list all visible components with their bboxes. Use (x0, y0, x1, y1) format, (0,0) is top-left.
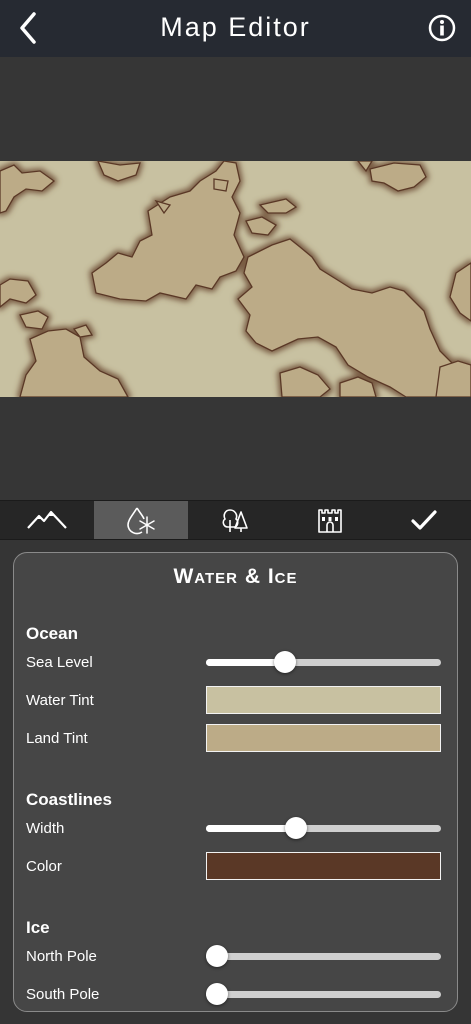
land-tint-swatch[interactable] (206, 724, 441, 752)
done-button[interactable] (377, 501, 471, 539)
map-preview-area[interactable] (0, 57, 471, 500)
trees-icon (222, 509, 249, 532)
water-ice-panel: Water & Ice Ocean Sea Level Water Tint L… (13, 552, 458, 1012)
tab-vegetation[interactable] (188, 501, 282, 539)
checkmark-icon (411, 510, 437, 530)
coastline-color-swatch[interactable] (206, 852, 441, 880)
page-title: Map Editor (160, 12, 311, 42)
mountains-icon (27, 510, 67, 529)
water-snowflake-icon (127, 507, 156, 535)
slider-track (206, 953, 441, 960)
north-pole-slider[interactable] (206, 945, 441, 967)
south-pole-slider[interactable] (206, 983, 441, 1005)
coastline-color-label: Color (26, 858, 62, 875)
north-pole-label: North Pole (26, 948, 97, 965)
slider-fill (206, 825, 296, 832)
south-pole-label: South Pole (26, 986, 100, 1003)
info-icon (428, 14, 456, 42)
slider-track (206, 991, 441, 998)
tab-terrain[interactable] (0, 501, 94, 539)
world-map-image (0, 161, 471, 397)
land-tint-label: Land Tint (26, 730, 88, 747)
slider-thumb[interactable] (206, 945, 228, 967)
editor-toolbar (0, 500, 471, 540)
slider-thumb[interactable] (284, 817, 307, 839)
tab-structures[interactable] (283, 501, 377, 539)
info-button[interactable] (427, 13, 457, 43)
map-preview[interactable] (0, 161, 471, 397)
section-title-ice: Ice (26, 918, 50, 937)
app-header: Map Editor (0, 0, 471, 57)
water-tint-label: Water Tint (26, 692, 94, 709)
sea-level-slider[interactable] (206, 651, 441, 673)
slider-thumb[interactable] (206, 983, 228, 1005)
sea-level-label: Sea Level (26, 654, 93, 671)
tab-water-ice[interactable] (94, 501, 189, 539)
panel-title: Water & Ice (173, 565, 298, 588)
castle-icon (317, 509, 342, 533)
section-title-coastlines: Coastlines (26, 790, 112, 809)
water-tint-swatch[interactable] (206, 686, 441, 714)
section-title-ocean: Ocean (26, 624, 78, 643)
slider-thumb[interactable] (274, 651, 297, 673)
coastline-width-label: Width (26, 820, 65, 837)
coastline-width-slider[interactable] (206, 817, 441, 839)
